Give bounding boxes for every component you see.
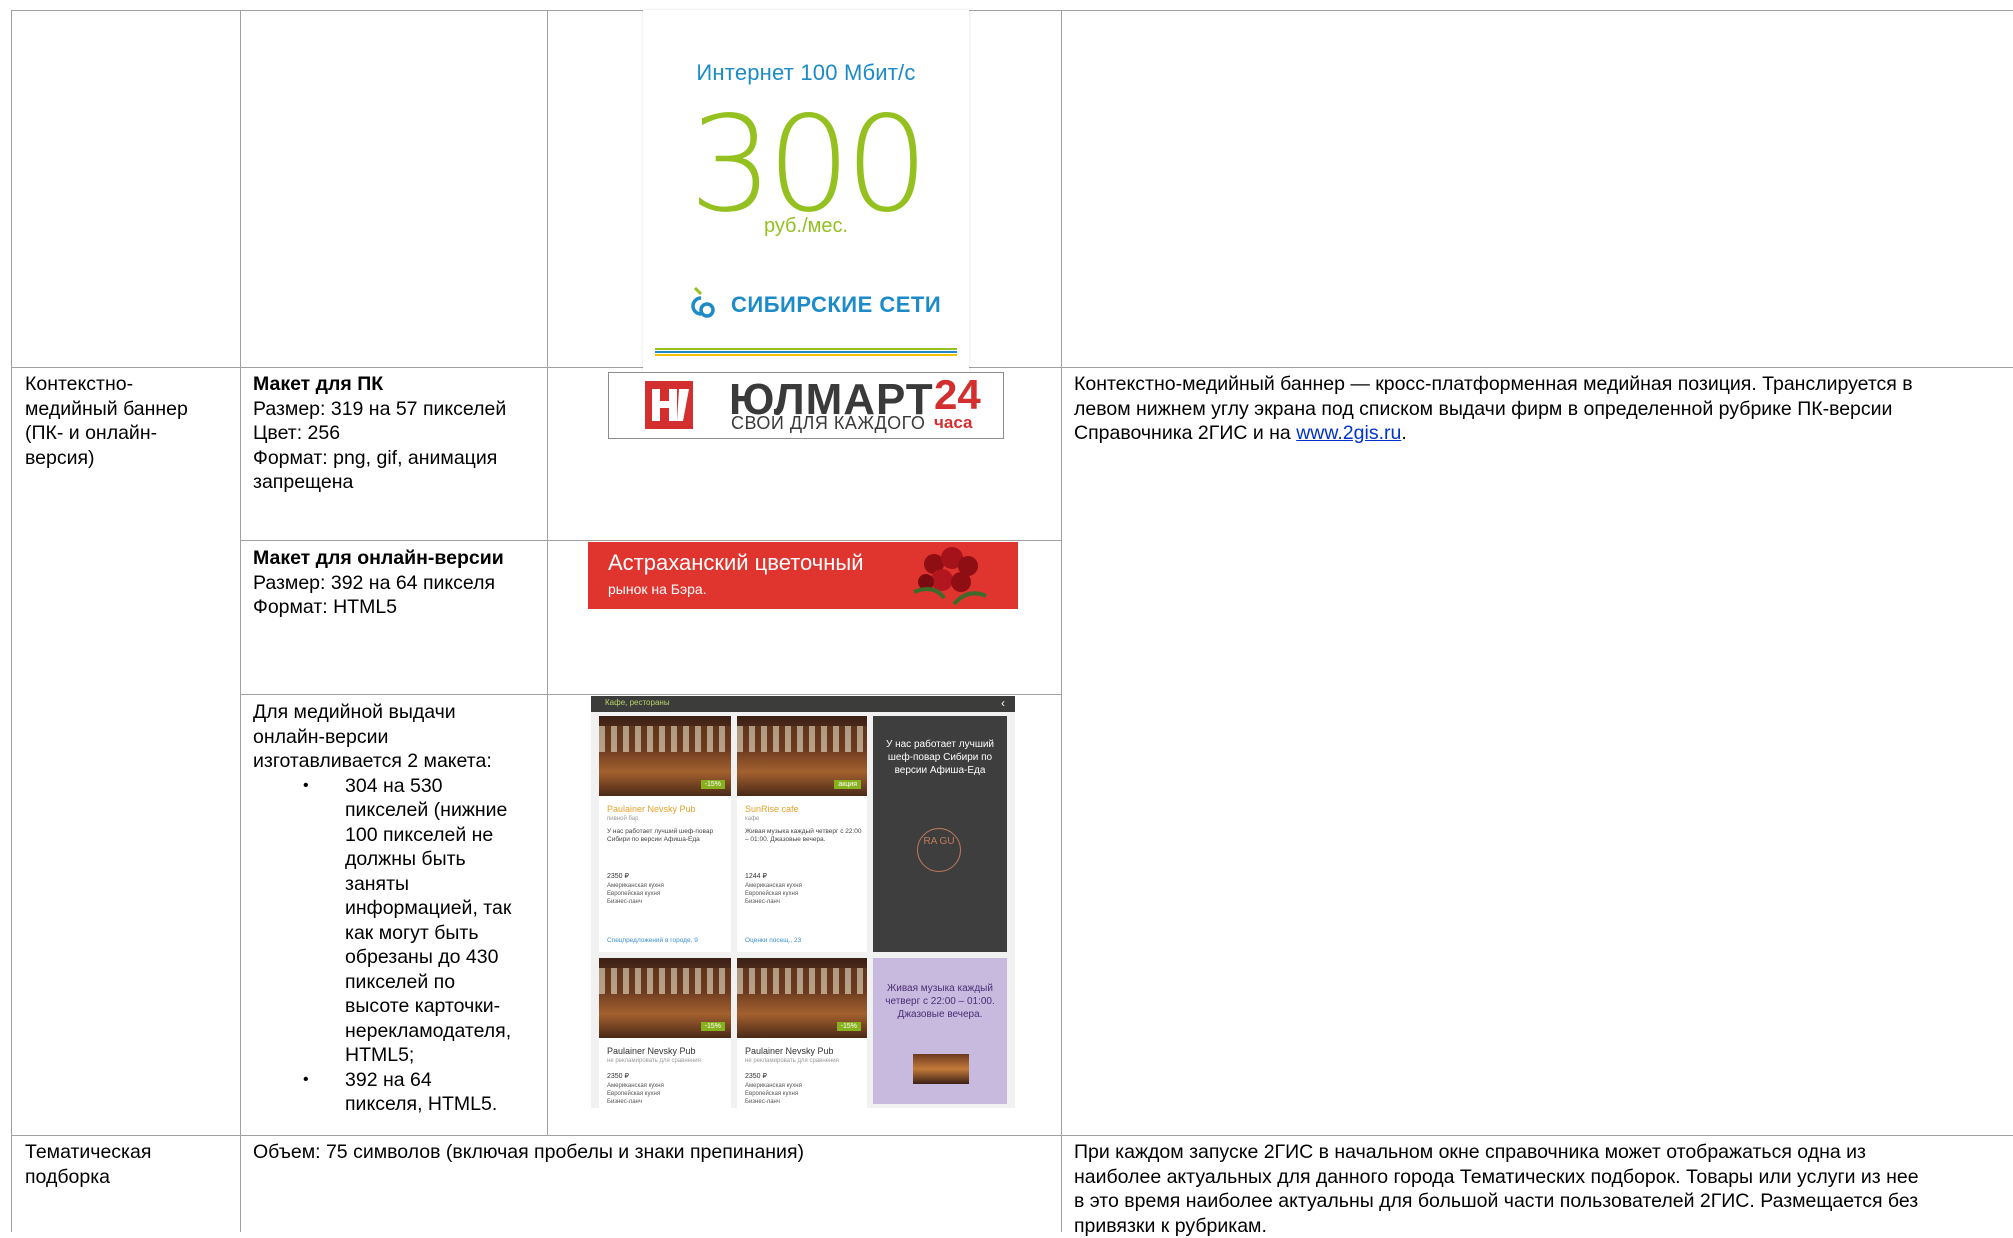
row-name-context-media: Контекстно- медийный баннер (ПК- и онлай… [25,373,188,469]
table-border-left [11,10,12,1232]
mockup-ad-light: Живая музыка каждый четверг с 22:00 – 01… [873,958,1007,1104]
yulmart-hours-word: часа [934,413,973,432]
sibirskie-seti-banner: Интернет 100 Мбит/с 300 руб./мес. СИБИРС… [643,10,969,372]
mockup-card: акция SunRise cafe кафе Живая музыка каж… [737,716,867,952]
column-divider-3 [1061,10,1062,1232]
online-layout-requirements: Макет для онлайн-версии Размер: 392 на 6… [253,546,543,620]
mockup-card: -15% Paulainer Nevsky Pub не рекламирова… [599,958,731,1108]
pc-layout-requirements: Макет для ПК Размер: 319 на 57 пикселей … [253,372,543,495]
row-divider-online-media [240,694,1061,695]
chevron-left-icon: ‹ [1001,696,1005,710]
banner-stripes [655,348,957,356]
row-divider-1 [11,367,2013,368]
2gis-link[interactable]: www.2gis.ru [1296,422,1401,444]
media-layout-requirements: Для медийной выдачи онлайн-версии изгота… [253,700,543,1117]
thematic-requirements: Объем: 75 символов (включая пробелы и зн… [253,1141,804,1163]
media-listing-mockup: Кафе, рестораны ‹ -15% Paulainer Nevsky … [591,696,1015,1108]
mockup-breadcrumb: Кафе, рестораны [605,698,670,707]
list-item: 304 на 530 пикселей (нижние 100 пикселей… [303,774,543,1068]
astrakhan-flower-banner: Астраханский цветочный рынок на Бэра. [588,542,1018,609]
yulmart-banner: ЮЛМАРТ СВОЙ ДЛЯ КАЖДОГО 24 часа [608,371,1004,439]
yulmart-hours-number: 24 [934,371,981,418]
pc-layout-size: Размер: 319 на 57 пикселей [253,397,507,420]
row-name-thematic: Тематическая подборка [25,1141,152,1188]
yulmart-slogan: СВОЙ ДЛЯ КАЖДОГО [731,413,926,433]
row-description-context-media: Контекстно-медийный баннер — кросс-платф… [1074,373,1913,444]
ragu-logo: RA GU [917,828,961,872]
online-layout-heading: Макет для онлайн-версии [253,547,504,569]
pc-layout-heading: Макет для ПК [253,373,384,395]
column-divider-1 [240,10,241,1232]
mockup-card: -15% Paulainer Nevsky Pub пивной бар У н… [599,716,731,952]
list-item: 392 на 64 пикселя, HTML5. [303,1068,543,1117]
row-description-thematic: При каждом запуске 2ГИС в начальном окне… [1074,1141,1919,1237]
mockup-card: -15% Paulainer Nevsky Pub не рекламирова… [737,958,867,1108]
pc-layout-format: Формат: png, gif, анимация [253,446,498,469]
banner-headline: Интернет 100 Мбит/с [696,60,916,85]
astrakhan-line-1: Астраханский цветочный [608,550,864,575]
sibirskie-seti-logo-icon [691,286,715,318]
row-divider-2 [11,1135,2013,1136]
banner-price-unit: руб./мес. [763,215,849,237]
banner-brand: СИБИРСКИЕ СЕТИ [731,292,942,317]
pc-layout-color: Цвет: 256 [253,422,341,444]
mockup-header: Кафе, рестораны ‹ [591,696,1015,712]
row-divider-pc-online [240,540,1061,541]
restaurant-photo [913,1054,969,1084]
table-border-top [11,10,2013,11]
mockup-ad-dark: У нас работает лучший шеф-повар Сибири п… [873,716,1007,952]
media-layout-list: 304 на 530 пикселей (нижние 100 пикселей… [253,774,543,1117]
online-layout-size: Размер: 392 на 64 пикселя [253,571,496,594]
yulmart-logo-icon [645,381,693,429]
roses-icon [913,547,987,606]
astrakhan-line-2: рынок на Бэра. [608,581,707,597]
online-layout-format: Формат: HTML5 [253,596,398,618]
column-divider-2 [547,10,548,1136]
